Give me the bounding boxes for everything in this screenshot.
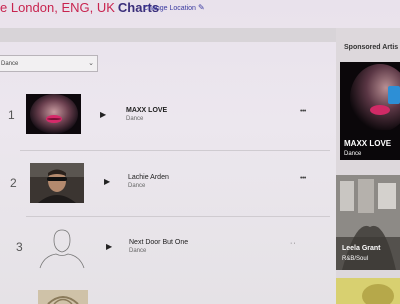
filter-bar — [0, 28, 338, 42]
change-location-label: Change Location — [143, 5, 196, 12]
artist-name[interactable]: MAXX LOVE — [126, 107, 167, 114]
sponsored-artist-name: MAXX LOVE — [344, 139, 392, 148]
artist-genre: Dance — [128, 183, 146, 189]
artist-image[interactable] — [36, 226, 88, 270]
artist-placeholder-icon — [39, 229, 85, 269]
chart-row-2[interactable]: 2 ▶ Lachie Arden Dance ••• — [0, 158, 330, 208]
artist-name[interactable]: Lachie Arden — [128, 174, 169, 181]
sponsored-heading: Sponsored Artis — [344, 44, 399, 51]
genre-dropdown[interactable]: Dance ⌄ — [0, 55, 98, 72]
row-divider — [26, 216, 330, 217]
sponsored-artist-image — [336, 278, 400, 304]
artist-photo — [30, 163, 84, 203]
chart-rank: 1 — [8, 108, 15, 122]
location-name: e London, ENG, UK — [0, 0, 115, 15]
row-divider — [20, 150, 330, 151]
play-icon[interactable]: ▶ — [106, 242, 112, 251]
pencil-icon: ✎ — [197, 3, 205, 12]
sponsored-artist-name: Leela Grant — [342, 245, 381, 252]
artist-image[interactable] — [38, 290, 88, 304]
artist-genre: Dance — [126, 116, 144, 122]
artist-image[interactable] — [26, 94, 81, 134]
chart-rank: 2 — [10, 176, 17, 190]
more-options-icon[interactable]: ••• — [300, 175, 306, 182]
sponsored-card-2[interactable]: Leela Grant R&B/Soul — [336, 175, 400, 270]
more-options-icon[interactable]: ••• — [300, 108, 306, 115]
artist-genre: Dance — [129, 248, 147, 254]
more-options-icon[interactable]: · · — [290, 240, 296, 247]
sponsored-artist-genre: Dance — [344, 151, 362, 157]
sponsored-card-1[interactable]: MAXX LOVE Dance — [340, 62, 400, 160]
artist-image[interactable] — [30, 163, 84, 203]
chart-row-1[interactable]: 1 ▶ MAXX LOVE Dance ••• — [0, 90, 330, 142]
artist-photo — [26, 94, 81, 134]
chart-row-3[interactable]: 3 ▶ Next Door But One Dance · · — [0, 222, 330, 274]
page-title: e London, ENG, UK Charts — [0, 0, 159, 15]
chart-rank: 3 — [16, 240, 23, 254]
artist-photo — [38, 290, 88, 304]
play-icon[interactable]: ▶ — [104, 177, 110, 186]
page-header: e London, ENG, UK Charts Change Location ✎ — [0, 0, 400, 22]
chevron-down-icon: ⌄ — [88, 60, 94, 67]
play-icon[interactable]: ▶ — [100, 110, 106, 119]
change-location-link[interactable]: Change Location ✎ — [143, 3, 205, 12]
sponsored-card-3[interactable] — [336, 278, 400, 304]
genre-dropdown-value: Dance — [1, 61, 19, 67]
sponsored-artist-genre: R&B/Soul — [342, 256, 369, 262]
artist-name[interactable]: Next Door But One — [129, 239, 188, 246]
